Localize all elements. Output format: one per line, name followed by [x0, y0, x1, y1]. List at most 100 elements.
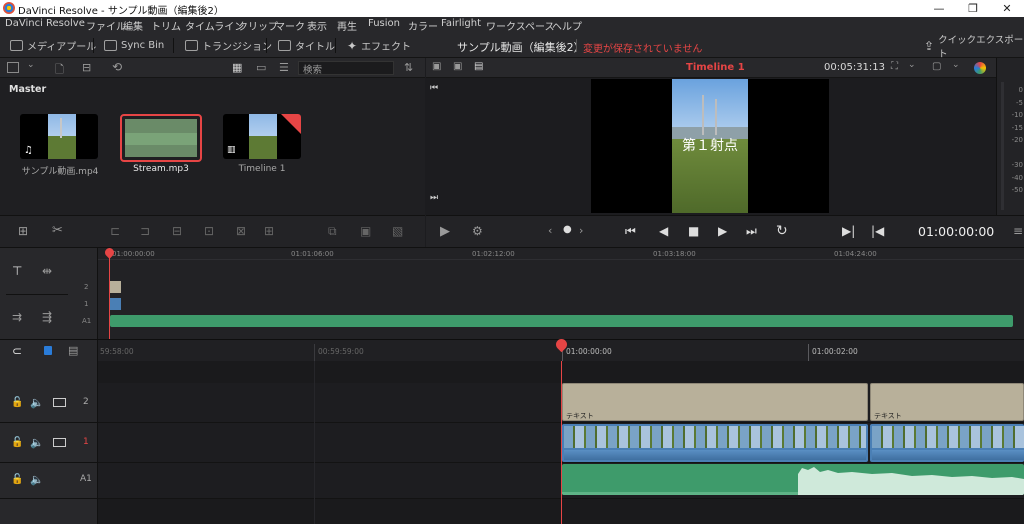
menu-edit[interactable]: 編集 — [123, 18, 143, 33]
overview-audio-clip[interactable] — [110, 315, 1013, 327]
zoom-fit-icon[interactable]: ⛶ — [891, 61, 898, 72]
audio-enable-icon[interactable]: 🔈 — [30, 396, 44, 409]
chevron-down-icon[interactable]: ⌄ — [908, 60, 916, 70]
minimize-button[interactable]: — — [922, 0, 956, 17]
list-view-icon[interactable]: ☰ — [279, 61, 289, 74]
media-clip-video[interactable]: ♫ — [20, 114, 98, 159]
title-clip[interactable]: テキスト — [870, 383, 1024, 421]
jog-left-icon[interactable]: ‹ — [548, 224, 552, 237]
video-enable-icon[interactable] — [53, 398, 66, 407]
menu-clip[interactable]: クリップ — [238, 18, 278, 33]
transitions-button[interactable]: トランジション — [185, 38, 272, 53]
link-icon[interactable]: ⊂ — [12, 344, 22, 358]
lock-icon[interactable]: 🔓 — [11, 474, 23, 485]
play-icon[interactable]: ▶ — [718, 224, 727, 238]
ripple-icon[interactable]: ⇶ — [42, 310, 52, 324]
previous-edit-icon[interactable]: ⏮ — [430, 83, 438, 93]
menu-playback[interactable]: 再生 — [337, 18, 357, 33]
smart-insert-icon[interactable]: ⊏ — [110, 224, 120, 238]
menu-workspace[interactable]: ワークスペース — [486, 18, 555, 33]
go-to-start-icon[interactable]: ⏮ — [625, 224, 636, 239]
fullscreen-play-icon[interactable]: ▶ — [440, 224, 450, 239]
menu-color[interactable]: カラー — [408, 18, 438, 33]
titles-button[interactable]: タイトル — [278, 38, 335, 53]
menu-davinci-resolve[interactable]: DaVinci Resolve — [5, 18, 85, 29]
more-options-icon[interactable]: ≡ — [1013, 224, 1023, 238]
track-header-a1[interactable]: 🔓 🔈 A1 — [0, 463, 98, 499]
sync-icon[interactable]: ⟲ — [112, 60, 122, 74]
media-clip-timeline[interactable]: ▥ — [223, 114, 301, 159]
next-edit-icon[interactable]: ⏭ — [430, 193, 438, 203]
clip-view-icon[interactable]: ▣ — [432, 61, 441, 72]
track-header-v2[interactable]: 🔓 🔈 2 — [0, 383, 98, 423]
new-bin-icon[interactable]: ⊟ — [82, 61, 91, 74]
jog-right-icon[interactable]: › — [579, 224, 583, 237]
trim-icon[interactable]: ⇹ — [42, 264, 52, 278]
stop-icon[interactable]: ■ — [688, 224, 699, 238]
chevron-down-icon[interactable]: ⌄ — [952, 60, 960, 70]
menu-fairlight[interactable]: Fairlight — [441, 18, 481, 29]
overview-title-clip[interactable] — [110, 281, 121, 293]
sync-bin-button[interactable]: Sync Bin — [104, 38, 164, 53]
video-clip[interactable] — [870, 424, 1024, 462]
scene-cut-icon[interactable]: ⊞ — [18, 224, 28, 238]
source-overwrite-icon[interactable]: ⊞ — [264, 224, 274, 238]
timeline-playhead[interactable] — [561, 361, 562, 524]
video-clip[interactable] — [562, 424, 868, 462]
place-on-top-icon[interactable]: ⊠ — [236, 224, 246, 238]
title-insert-icon[interactable]: ▣ — [360, 224, 371, 238]
overview-video-clip[interactable] — [110, 298, 121, 310]
media-pool-label: メディアプール — [27, 42, 97, 53]
jog-dot-icon[interactable]: ● — [563, 224, 572, 235]
media-clip-audio-selected[interactable] — [120, 114, 202, 162]
thumbnail-view-icon[interactable]: ▦ — [232, 61, 242, 74]
lock-icon[interactable]: 🔓 — [11, 397, 23, 408]
transition-icon[interactable]: ⧉ — [328, 224, 337, 239]
menu-mark[interactable]: マーク — [275, 18, 305, 33]
audio-enable-icon[interactable]: 🔈 — [30, 473, 44, 486]
audio-clip[interactable] — [562, 464, 1024, 495]
menu-view[interactable]: 表示 — [307, 18, 327, 33]
sort-icon[interactable]: ⇅ — [404, 61, 413, 74]
quick-export-button[interactable]: ⇪ クイックエクスポート — [924, 35, 1024, 60]
go-to-end-icon[interactable]: ⏭ — [746, 224, 757, 239]
dissolve-icon[interactable]: ▧ — [392, 224, 403, 238]
blade-icon[interactable]: ✂ — [52, 223, 63, 238]
menu-file[interactable]: ファイル — [86, 18, 126, 33]
timeline-view-icon[interactable]: ▤ — [474, 61, 483, 72]
search-input[interactable]: 検索 — [298, 61, 394, 76]
flag-icon[interactable] — [44, 346, 52, 355]
video-enable-icon[interactable] — [53, 438, 66, 447]
overview-playhead[interactable] — [109, 254, 110, 340]
menu-help[interactable]: ヘルプ — [552, 18, 582, 33]
menu-trim[interactable]: トリム — [151, 18, 181, 33]
next-clip-icon[interactable]: |◀ — [871, 224, 884, 238]
strip-view-icon[interactable]: ▭ — [256, 61, 266, 74]
close-up-icon[interactable]: ⊡ — [204, 224, 214, 238]
sidebar-toggle-icon[interactable] — [7, 62, 19, 73]
snap-marker-icon[interactable]: ⊤ — [12, 264, 22, 278]
menu-timeline[interactable]: タイムライン — [185, 18, 244, 33]
audio-enable-icon[interactable]: 🔈 — [30, 436, 44, 449]
menu-fusion[interactable]: Fusion — [368, 18, 400, 29]
chevron-down-icon[interactable]: ⌄ — [27, 60, 35, 70]
previous-clip-icon[interactable]: ▶| — [842, 224, 855, 238]
maximize-button[interactable]: ❐ — [956, 0, 990, 17]
play-reverse-icon[interactable]: ◀ — [659, 224, 668, 238]
close-button[interactable]: ✕ — [990, 0, 1024, 17]
marker-icon[interactable]: ▤ — [68, 344, 78, 357]
viewer-settings-icon[interactable]: ⚙ — [472, 224, 483, 238]
media-pool-button[interactable]: メディアプール — [10, 38, 96, 53]
effects-button[interactable]: ✦ エフェクト — [347, 38, 411, 54]
viewer-canvas[interactable]: 第１射点 — [591, 79, 829, 213]
track-header-v1[interactable]: 🔓 🔈 1 — [0, 423, 98, 463]
ripple-overwrite-icon[interactable]: ⊟ — [172, 224, 182, 238]
loop-icon[interactable]: ↻ — [776, 223, 788, 239]
append-icon[interactable]: ⊐ — [140, 224, 150, 238]
color-wheel-icon[interactable] — [974, 62, 986, 74]
lock-icon[interactable]: 🔓 — [11, 437, 23, 448]
viewer-options-icon[interactable]: ▢ — [932, 61, 941, 72]
title-clip[interactable]: テキスト — [562, 383, 868, 421]
track-height-icon[interactable]: ⇉ — [12, 310, 22, 324]
source-view-icon[interactable]: ▣ — [453, 61, 462, 72]
